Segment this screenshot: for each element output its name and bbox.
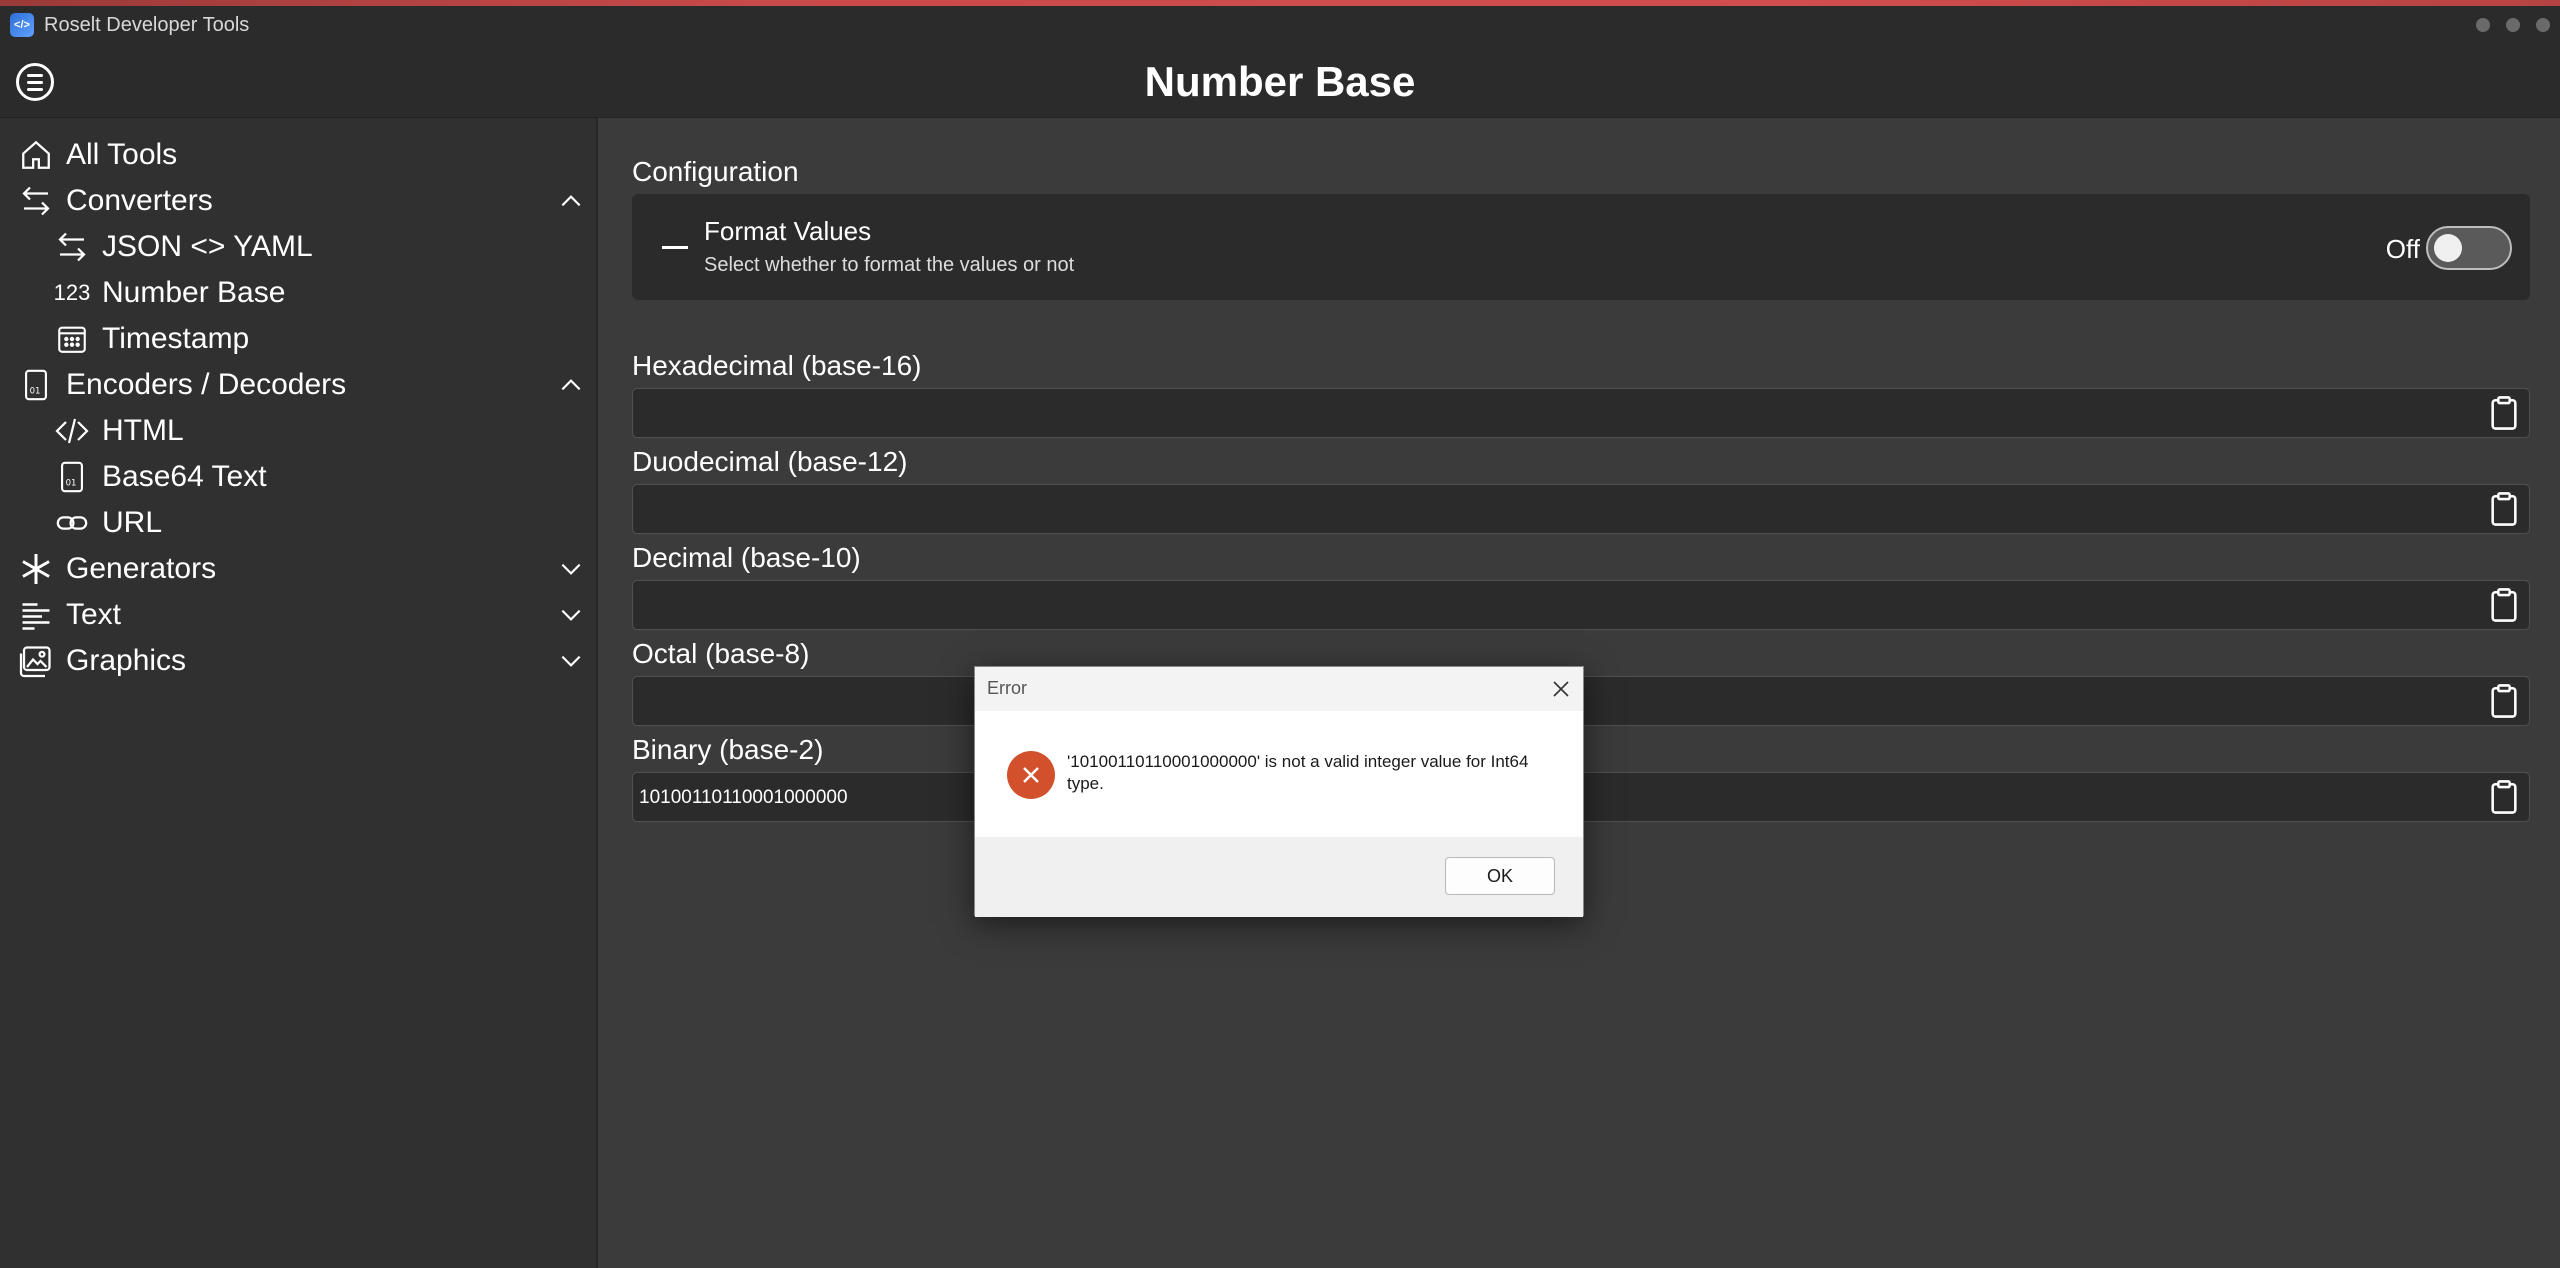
format-values-description: Select whether to format the values or n… xyxy=(704,254,1075,276)
convert-arrows-icon xyxy=(52,227,92,267)
number-123-icon: 123 xyxy=(53,280,91,305)
format-values-title: Format Values xyxy=(704,216,872,246)
hexadecimal-label: Hexadecimal (base-16) xyxy=(632,350,922,381)
format-values-toggle[interactable] xyxy=(2426,226,2512,270)
decimal-label: Decimal (base-10) xyxy=(632,542,861,573)
window-control-minimize[interactable] xyxy=(2476,18,2490,32)
app-icon: </> xyxy=(10,13,34,37)
binary-file-icon: 01 xyxy=(16,365,56,405)
octal-label: Octal (base-8) xyxy=(632,638,810,669)
error-dialog: Error '10100110110001000000' is not a va… xyxy=(974,666,1584,917)
chevron-down-icon xyxy=(561,609,581,621)
hexadecimal-input[interactable] xyxy=(632,388,2530,438)
clipboard-icon[interactable] xyxy=(2479,389,2529,437)
dialog-footer: OK xyxy=(975,837,1583,917)
asterisk-icon xyxy=(16,549,56,589)
page-title: Number Base xyxy=(1144,58,1416,105)
calendar-icon xyxy=(52,319,92,359)
chevron-up-icon xyxy=(561,379,581,391)
chevron-down-icon xyxy=(561,563,581,575)
duodecimal-input[interactable] xyxy=(632,484,2530,534)
ok-button[interactable]: OK xyxy=(1445,857,1555,895)
dash-icon xyxy=(662,246,688,249)
clipboard-icon[interactable] xyxy=(2479,581,2529,629)
window-control-maximize[interactable] xyxy=(2506,18,2520,32)
text-lines-icon xyxy=(16,595,56,635)
error-icon xyxy=(1007,751,1055,799)
sidebar: All Tools Converters JSON <> YAML 123 Nu… xyxy=(0,118,598,1268)
configuration-title: Configuration xyxy=(632,156,799,187)
dialog-message: '10100110110001000000' is not a valid in… xyxy=(1067,752,1529,793)
dialog-body: '10100110110001000000' is not a valid in… xyxy=(975,711,1583,837)
clipboard-icon[interactable] xyxy=(2479,485,2529,533)
svg-text:01: 01 xyxy=(30,387,41,397)
dialog-header: Error xyxy=(975,667,1583,711)
link-icon xyxy=(52,503,92,543)
clipboard-icon[interactable] xyxy=(2479,677,2529,725)
window-title: Roselt Developer Tools xyxy=(44,13,250,36)
duodecimal-label: Duodecimal (base-12) xyxy=(632,446,908,477)
decimal-input[interactable] xyxy=(632,580,2530,630)
chevron-up-icon xyxy=(561,195,581,207)
home-icon xyxy=(16,135,56,175)
binary-label: Binary (base-2) xyxy=(632,734,824,765)
dialog-title: Error xyxy=(987,678,1027,698)
format-values-setting: Format Values Select whether to format t… xyxy=(632,194,2530,300)
window-titlebar: </> Roselt Developer Tools xyxy=(0,6,2560,44)
close-icon[interactable] xyxy=(1549,677,1573,701)
code-icon xyxy=(52,411,92,451)
toggle-state-label: Off xyxy=(2385,234,2420,264)
image-icon xyxy=(16,641,56,681)
clipboard-icon[interactable] xyxy=(2479,773,2529,821)
window-control-close[interactable] xyxy=(2536,18,2550,32)
svg-text:01: 01 xyxy=(66,479,77,489)
app-header: Number Base xyxy=(0,44,2560,118)
convert-arrows-icon xyxy=(16,181,56,221)
chevron-down-icon xyxy=(561,655,581,667)
binary-file-icon: 01 xyxy=(52,457,92,497)
sidebar-item-graphics[interactable]: Graphics xyxy=(0,630,598,692)
